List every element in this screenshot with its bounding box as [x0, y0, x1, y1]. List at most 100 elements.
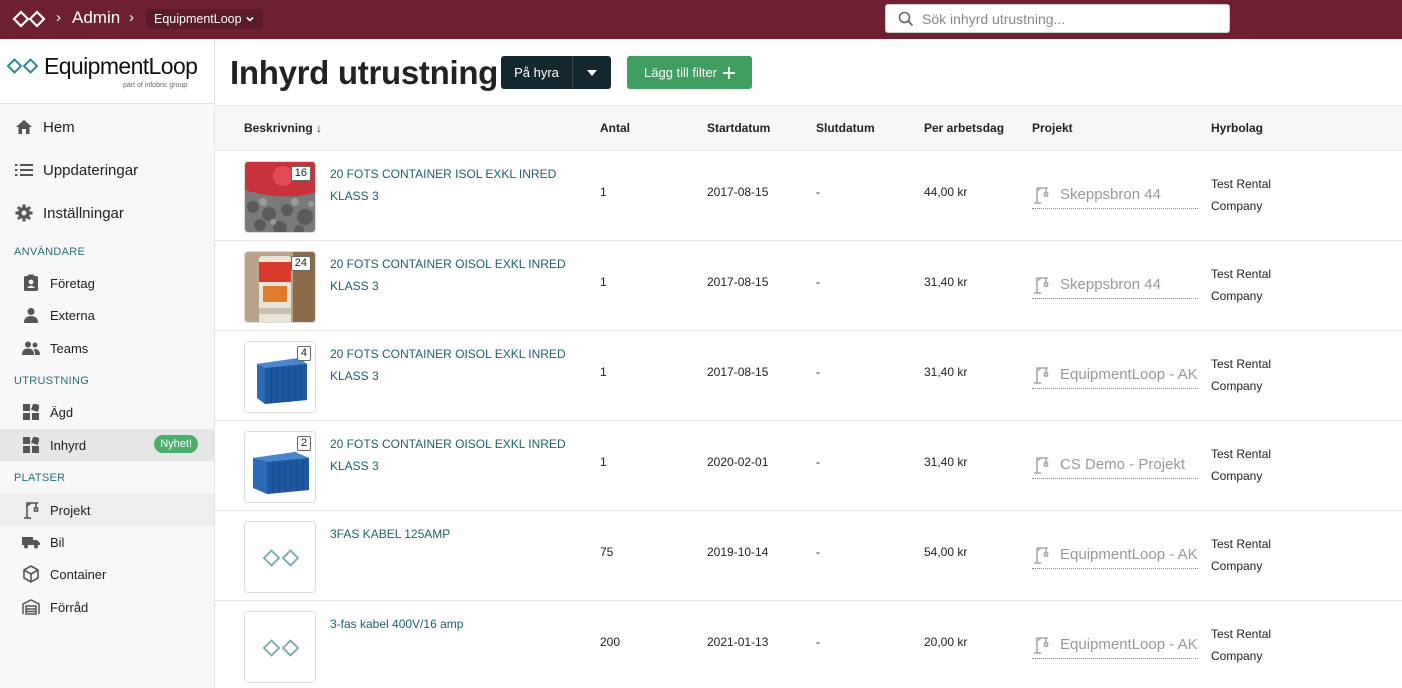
rental-company-cell: Test Rental Company [1211, 537, 1272, 573]
column-header-company[interactable]: Hyrbolag [1211, 121, 1263, 135]
status-button[interactable]: På hyra [501, 56, 572, 89]
table-row[interactable]: 3-fas kabel 400V/16 amp 200 2021-01-13 - 20,… [215, 601, 1402, 688]
project-name: EquipmentLoop - AK [1060, 366, 1198, 383]
column-header-end[interactable]: Slutdatum [816, 121, 875, 135]
chevron-down-icon [246, 16, 254, 22]
end-date-cell: - [816, 545, 820, 559]
project-selector[interactable]: Skeppsbron 44 [1032, 271, 1198, 299]
project-name: CS Demo - Projekt [1060, 456, 1186, 473]
quantity-cell: 75 [600, 545, 614, 559]
status-dropdown-button[interactable] [572, 56, 611, 89]
table-row[interactable]: 24 20 FOTS CONTAINER OISOL EXKL INRED KLA… [215, 241, 1402, 331]
project-selector[interactable]: EquipmentLoop - AK [1032, 541, 1198, 569]
crane-icon [1034, 636, 1049, 654]
sidebar-item-label: Inhyrd [50, 437, 87, 453]
image-count-badge: 16 [290, 166, 311, 181]
add-filter-button[interactable]: Lägg till filter [627, 56, 752, 89]
end-date-cell: - [816, 635, 820, 649]
company-badge-icon [22, 274, 40, 292]
sidebar-item-agd[interactable]: Ägd [0, 396, 214, 428]
quantity-cell: 1 [600, 275, 607, 289]
column-header-description[interactable]: Beskrivning ↓ [244, 121, 322, 135]
column-header-project[interactable]: Projekt [1032, 121, 1073, 135]
start-date-cell: 2017-08-15 [707, 275, 769, 289]
sidebar-item-hem[interactable]: Hem [0, 110, 214, 144]
crane-icon [22, 501, 40, 519]
column-header-start[interactable]: Startdatum [707, 121, 770, 135]
truck-icon [22, 533, 40, 551]
sidebar-item-forrad[interactable]: Förråd [0, 591, 214, 623]
equipment-thumbnail[interactable]: 24 [244, 251, 316, 323]
project-selector[interactable]: CS Demo - Projekt [1032, 451, 1198, 479]
table-row[interactable]: 2 20 FOTS CONTAINER OISOL EXKL INRED KLAS… [215, 421, 1402, 511]
project-selector[interactable]: Skeppsbron 44 [1032, 181, 1198, 209]
sidebar-item-installningar[interactable]: Inställningar [0, 196, 214, 230]
add-filter-label: Lägg till filter [644, 65, 717, 80]
project-selector[interactable]: EquipmentLoop - AK [1032, 631, 1198, 659]
person-icon [22, 306, 40, 324]
search-input[interactable] [922, 10, 1222, 27]
quantity-cell: 1 [600, 365, 607, 379]
sidebar-item-label: Ägd [50, 404, 74, 420]
sidebar-item-uppdateringar[interactable]: Uppdateringar [0, 153, 214, 187]
quantity-cell: 200 [600, 635, 621, 649]
org-selector[interactable]: EquipmentLoop [146, 9, 263, 29]
search-box[interactable] [885, 4, 1230, 33]
price-per-day-cell: 54,00 kr [924, 545, 968, 559]
new-badge: Nyhet! [154, 435, 198, 453]
table-row[interactable]: 3FAS KABEL 125AMP 75 2019-10-14 - 54,00 kr Eq… [215, 511, 1402, 601]
price-per-day-cell: 31,40 kr [924, 455, 968, 469]
equipment-description-link[interactable]: 20 FOTS CONTAINER OISOL EXKL INRED KLASS… [330, 253, 592, 297]
crane-icon [1034, 366, 1049, 384]
sidebar: EquipmentLoop part of infobric group Hem… [0, 39, 215, 688]
caret-down-icon [587, 69, 597, 76]
price-per-day-cell: 31,40 kr [924, 275, 968, 289]
sidebar-item-inhyrd[interactable]: Inhyrd Nyhet! [0, 429, 214, 461]
equipment-description-link[interactable]: 20 FOTS CONTAINER ISOL EXKL INRED KLASS … [330, 163, 592, 207]
section-label-places: PLATSER [14, 472, 66, 484]
column-header-quantity[interactable]: Antal [600, 121, 630, 135]
sidebar-item-foretag[interactable]: Företag [0, 267, 214, 299]
project-selector[interactable]: EquipmentLoop - AK [1032, 361, 1198, 389]
equipment-description-link[interactable]: 3FAS KABEL 125AMP [330, 523, 592, 545]
equipment-thumbnail[interactable] [244, 521, 316, 593]
equipment-description-link[interactable]: 20 FOTS CONTAINER OISOL EXKL INRED KLASS… [330, 433, 592, 477]
equipment-description-link[interactable]: 20 FOTS CONTAINER OISOL EXKL INRED KLASS… [330, 343, 592, 387]
table-header: Beskrivning ↓ Antal Startdatum Slutdatum… [215, 105, 1402, 151]
breadcrumb-admin[interactable]: Admin [72, 8, 120, 28]
start-date-cell: 2019-10-14 [707, 545, 769, 559]
equipment-thumbnail[interactable]: 2 [244, 431, 316, 503]
equipment-thumbnail[interactable]: 16 [244, 161, 316, 233]
end-date-cell: - [816, 185, 820, 199]
sidebar-item-projekt[interactable]: Projekt [0, 494, 214, 526]
box-icon [22, 565, 40, 583]
sidebar-item-teams[interactable]: Teams [0, 332, 214, 364]
home-icon [14, 118, 34, 136]
rental-company-cell: Test Rental Company [1211, 177, 1272, 213]
sidebar-item-label: Projekt [50, 502, 91, 518]
brand[interactable]: EquipmentLoop part of infobric group [0, 39, 214, 104]
column-header-per-day[interactable]: Per arbetsdag [924, 121, 1004, 135]
status-filter-button: På hyra [501, 56, 611, 89]
equipmentloop-logo-icon[interactable] [12, 8, 48, 30]
start-date-cell: 2020-02-01 [707, 455, 769, 469]
top-bar: › Admin › EquipmentLoop [0, 0, 1402, 39]
sidebar-item-container[interactable]: Container [0, 558, 214, 590]
project-name: EquipmentLoop - AK [1060, 546, 1198, 563]
equipment-thumbnail[interactable]: 4 [244, 341, 316, 413]
price-per-day-cell: 31,40 kr [924, 365, 968, 379]
table-row[interactable]: 16 20 FOTS CONTAINER ISOL EXKL INRED KLAS… [215, 151, 1402, 241]
quantity-cell: 1 [600, 185, 607, 199]
rental-company-cell: Test Rental Company [1211, 627, 1272, 663]
chevron-right-icon: › [56, 9, 61, 26]
sidebar-item-bil[interactable]: Bil [0, 526, 214, 558]
equipment-description-link[interactable]: 3-fas kabel 400V/16 amp [330, 613, 592, 635]
warehouse-icon [22, 598, 40, 616]
quantity-cell: 1 [600, 455, 607, 469]
rental-company-cell: Test Rental Company [1211, 357, 1272, 393]
end-date-cell: - [816, 365, 820, 379]
sidebar-item-externa[interactable]: Externa [0, 299, 214, 331]
table-row[interactable]: 4 20 FOTS CONTAINER OISOL EXKL INRED KLAS… [215, 331, 1402, 421]
sidebar-item-label: Bil [50, 534, 65, 550]
equipment-thumbnail[interactable] [244, 611, 316, 683]
